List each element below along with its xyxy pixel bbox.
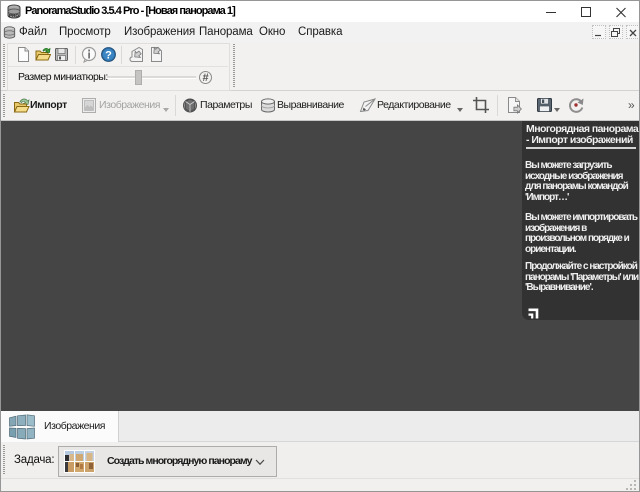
- svg-text:?: ?: [105, 50, 112, 62]
- svg-text:PRO: PRO: [9, 13, 19, 18]
